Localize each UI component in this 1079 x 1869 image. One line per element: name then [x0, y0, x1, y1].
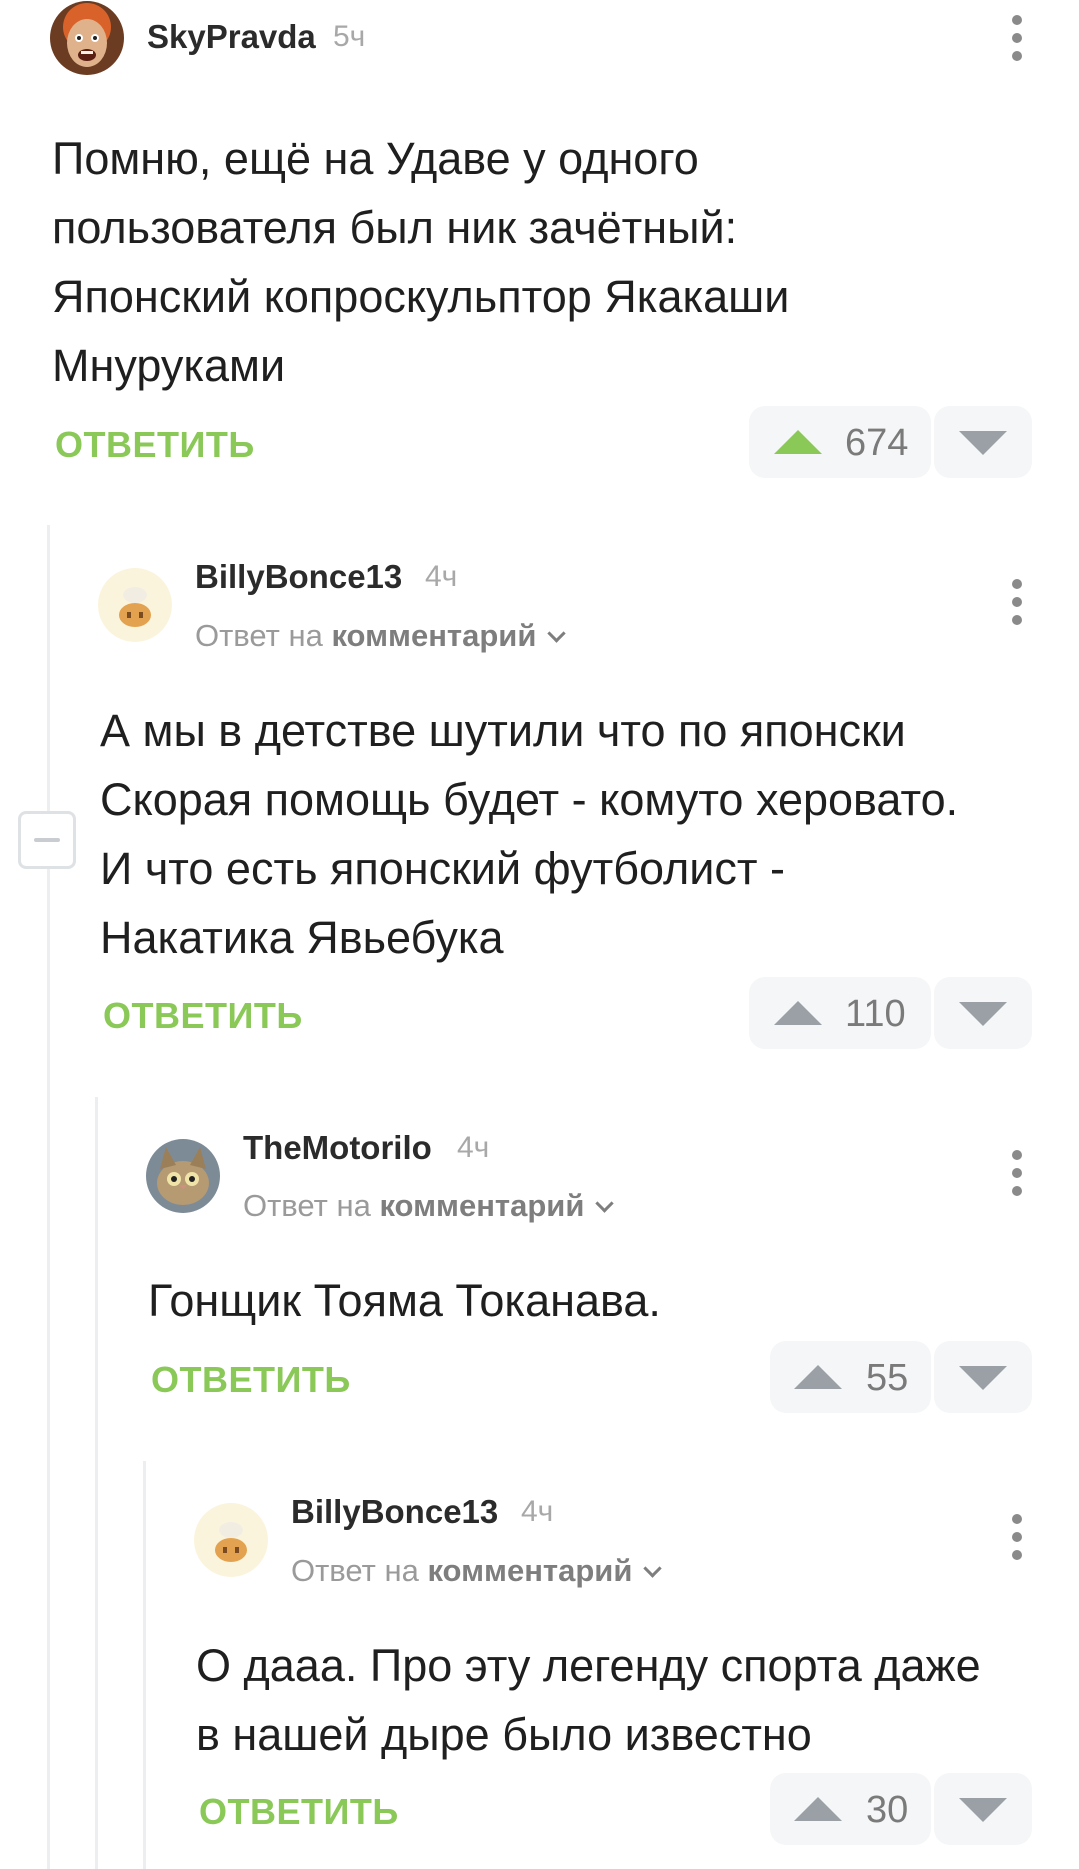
reply-to-info[interactable]: Ответ на комментарий — [243, 1188, 615, 1224]
downvote-arrow-icon — [959, 1002, 1007, 1026]
comment-text: Гонщик Тояма Токанава. — [148, 1266, 661, 1335]
comment-text-line: Мнуруками — [52, 340, 286, 391]
comment-text-line: в нашей дыре было известно — [196, 1709, 812, 1760]
avatar[interactable] — [50, 1, 124, 75]
comment-text-line: Японский копроскульптор Якакаши — [52, 271, 790, 322]
author-name[interactable]: BillyBonce13 — [291, 1493, 498, 1531]
vote-score: 30 — [866, 1789, 909, 1831]
downvote-button[interactable] — [934, 1341, 1032, 1413]
comment-text-line: Скорая помощь будет - комуто херовато. — [100, 774, 959, 825]
reply-to-prefix: Ответ на — [291, 1553, 419, 1588]
comment-text: А мы в детстве шутили что по японски Ско… — [100, 696, 958, 972]
more-options-icon[interactable] — [1010, 15, 1024, 61]
upvote-arrow-icon[interactable] — [794, 1797, 842, 1821]
downvote-button[interactable] — [934, 977, 1032, 1049]
downvote-arrow-icon — [959, 1798, 1007, 1822]
cartoon-avatar-icon — [194, 1503, 268, 1577]
reply-button[interactable]: ОТВЕТИТЬ — [151, 1359, 351, 1401]
comment-text-line: А мы в детстве шутили что по японски — [100, 705, 906, 756]
comment-time: 5ч — [333, 20, 366, 53]
comment-time: 4ч — [521, 1495, 554, 1528]
comment-time: 4ч — [425, 560, 458, 593]
upvote-box: 674 — [749, 406, 931, 478]
more-options-icon[interactable] — [1010, 1150, 1024, 1196]
comment-text-line: О дааа. Про эту легенду спорта даже — [196, 1640, 981, 1691]
reply-to-prefix: Ответ на — [195, 618, 323, 653]
upvote-box: 55 — [770, 1341, 931, 1413]
thread-line-level-1 — [47, 525, 50, 1869]
comment-text-line: пользователя был ник зачётный: — [52, 202, 738, 253]
upvote-arrow-icon[interactable] — [774, 430, 822, 454]
collapse-thread-button[interactable] — [18, 811, 76, 869]
upvote-box: 110 — [749, 977, 931, 1049]
downvote-button[interactable] — [934, 1773, 1032, 1845]
reply-to-target[interactable]: комментарий — [379, 1188, 584, 1223]
comment-time: 4ч — [457, 1131, 490, 1164]
chevron-down-icon[interactable] — [595, 1194, 615, 1213]
comment-text: Помню, ещё на Удаве у одного пользовател… — [52, 124, 789, 400]
author-name[interactable]: SkyPravda — [147, 18, 316, 56]
vote-score: 110 — [845, 993, 906, 1035]
thread-line-level-3 — [143, 1461, 146, 1869]
cat-avatar-icon — [146, 1139, 220, 1213]
comment-text-line: Накатика Явьебука — [100, 912, 504, 963]
reply-to-target[interactable]: комментарий — [427, 1553, 632, 1588]
chevron-down-icon[interactable] — [547, 624, 567, 643]
avatar[interactable] — [146, 1139, 220, 1213]
comment-text-line: Гонщик Тояма Токанава. — [148, 1275, 661, 1326]
upvote-arrow-icon[interactable] — [774, 1001, 822, 1025]
author-name[interactable]: TheMotorilo — [243, 1129, 432, 1167]
reply-to-info[interactable]: Ответ на комментарий — [291, 1553, 663, 1589]
upvote-box: 30 — [770, 1773, 931, 1845]
more-options-icon[interactable] — [1010, 579, 1024, 625]
cartoon-avatar-icon — [98, 568, 172, 642]
reply-to-target[interactable]: комментарий — [331, 618, 536, 653]
upvote-arrow-icon[interactable] — [794, 1365, 842, 1389]
avatar[interactable] — [98, 568, 172, 642]
reply-button[interactable]: ОТВЕТИТЬ — [55, 424, 255, 466]
photo-avatar-face-icon — [50, 1, 124, 75]
avatar[interactable] — [194, 1503, 268, 1577]
reply-button[interactable]: ОТВЕТИТЬ — [199, 1791, 399, 1833]
comment-text-line: Помню, ещё на Удаве у одного — [52, 133, 699, 184]
vote-score: 674 — [845, 422, 909, 464]
more-options-icon[interactable] — [1010, 1514, 1024, 1560]
downvote-button[interactable] — [934, 406, 1032, 478]
comment-text: О дааа. Про эту легенду спорта даже в на… — [196, 1631, 981, 1769]
downvote-arrow-icon — [959, 431, 1007, 455]
vote-score: 55 — [866, 1357, 909, 1399]
thread-line-level-2 — [95, 1097, 98, 1869]
comment-text-line: И что есть японский футболист - — [100, 843, 786, 894]
reply-to-prefix: Ответ на — [243, 1188, 371, 1223]
author-name[interactable]: BillyBonce13 — [195, 558, 402, 596]
downvote-arrow-icon — [959, 1366, 1007, 1390]
reply-to-info[interactable]: Ответ на комментарий — [195, 618, 567, 654]
reply-button[interactable]: ОТВЕТИТЬ — [103, 995, 303, 1037]
chevron-down-icon[interactable] — [643, 1559, 663, 1578]
